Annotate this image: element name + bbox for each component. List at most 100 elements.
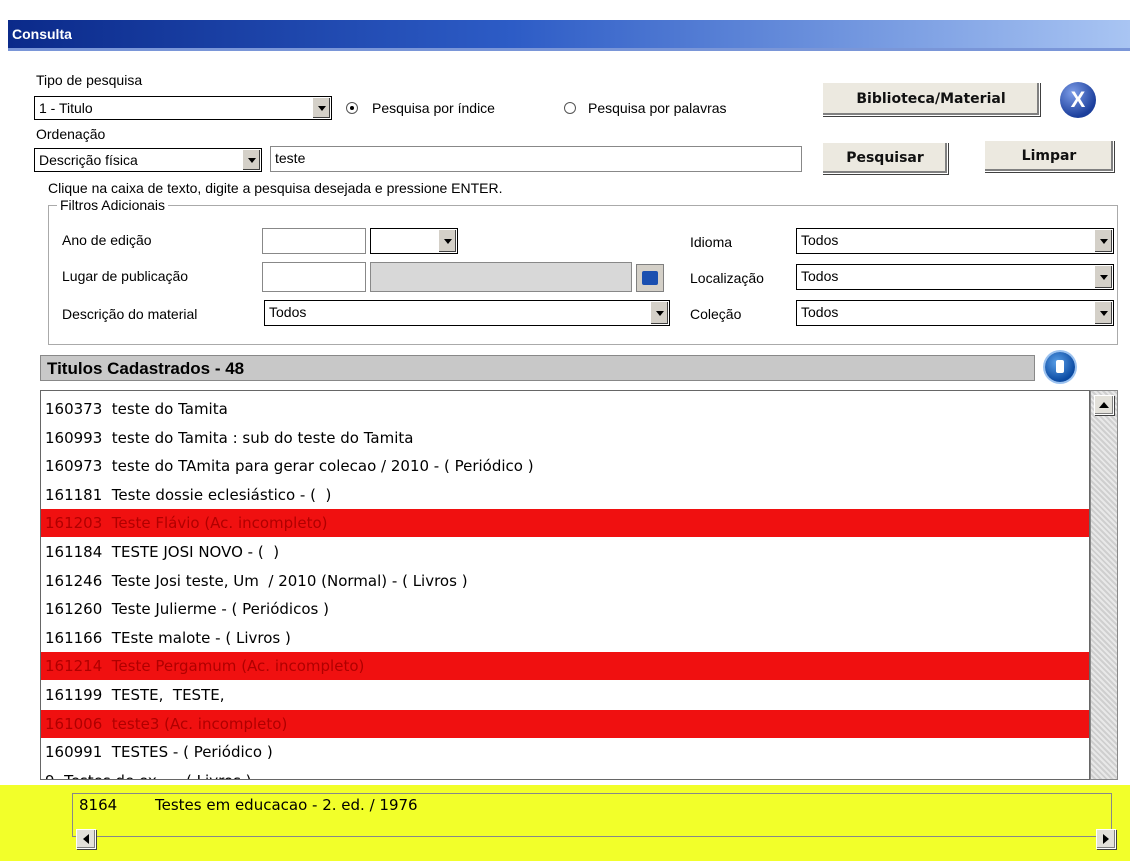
title-divider xyxy=(8,48,1130,51)
list-item-id: 160373 xyxy=(45,400,103,418)
search-type-value: 1 - Titulo xyxy=(39,100,93,116)
chevron-down-icon[interactable] xyxy=(650,302,668,324)
list-item-title: Testes de ex... - ( Livros ) xyxy=(55,772,251,779)
search-hint: Clique na caixa de texto, digite a pesqu… xyxy=(48,180,503,196)
list-item[interactable]: 161166 TEste malote - ( Livros ) xyxy=(45,624,1089,652)
book-lookup-icon[interactable] xyxy=(636,264,664,292)
list-item-id: 161181 xyxy=(45,485,103,504)
publication-place-name-input xyxy=(370,262,632,292)
list-item-id: 161203 xyxy=(45,514,103,533)
list-item-title: teste do Tamita xyxy=(102,400,228,418)
results-list[interactable]: 160373 teste do Tamita 160993 teste do Ta… xyxy=(40,390,1090,780)
list-item-title: teste3 (Ac. incompleto) xyxy=(102,714,288,733)
chevron-down-icon[interactable] xyxy=(242,150,260,170)
radio-search-by-index-label: Pesquisa por índice xyxy=(372,100,495,116)
publication-place-code-input[interactable] xyxy=(262,262,366,292)
order-label: Ordenação xyxy=(36,126,106,142)
list-item-id: 160991 xyxy=(45,743,103,762)
edition-year-select[interactable] xyxy=(370,228,458,254)
list-item-title: TEste malote - ( Livros ) xyxy=(102,628,291,647)
close-icon[interactable]: X xyxy=(1060,82,1096,118)
bottom-row-title[interactable]: Testes em educacao - 2. ed. / 1976 xyxy=(155,796,418,814)
results-header: Titulos Cadastrados - 48 xyxy=(40,355,1035,381)
library-material-button[interactable]: Biblioteca/Material xyxy=(822,82,1040,116)
location-label: Localização xyxy=(690,270,764,286)
search-button[interactable]: Pesquisar xyxy=(822,142,948,174)
list-item[interactable]: 160973 teste do TAmita para gerar coleca… xyxy=(45,452,1089,480)
window-title: Consulta xyxy=(12,26,72,42)
scroll-up-icon[interactable] xyxy=(1094,395,1114,415)
list-item-title: Teste Flávio (Ac. incompleto) xyxy=(102,514,328,533)
edition-year-input[interactable] xyxy=(262,228,366,254)
highlight-overlay: 8164 Testes em educacao - 2. ed. / 1976 xyxy=(0,785,1130,861)
list-item-id: 9 xyxy=(45,772,55,779)
list-item-title: teste do TAmita para gerar colecao / 201… xyxy=(102,457,534,476)
window-title-bar: Consulta xyxy=(8,20,1130,48)
location-value: Todos xyxy=(801,268,839,284)
list-item[interactable]: 160373 teste do Tamita xyxy=(45,395,1089,423)
collection-value: Todos xyxy=(801,304,839,320)
list-item[interactable]: 161006 teste3 (Ac. incompleto) xyxy=(41,709,1089,738)
list-item-title: TESTE JOSI NOVO - ( ) xyxy=(102,543,280,561)
material-description-value: Todos xyxy=(269,304,307,320)
order-value: Descrição física xyxy=(39,152,138,168)
search-type-select[interactable]: 1 - Titulo xyxy=(34,96,332,120)
language-value: Todos xyxy=(801,232,839,248)
list-item-id: 160973 xyxy=(45,457,103,476)
list-item-title: Teste Josi teste, Um / 2010 (Normal) - (… xyxy=(102,571,468,590)
bottom-list-frame: 8164 Testes em educacao - 2. ed. / 1976 xyxy=(72,793,1112,837)
chevron-down-icon[interactable] xyxy=(1094,230,1112,252)
list-item[interactable]: 161246 Teste Josi teste, Um / 2010 (Norm… xyxy=(45,567,1089,595)
filters-legend: Filtros Adicionais xyxy=(57,197,169,213)
edition-year-label: Ano de edição xyxy=(62,232,152,248)
publication-place-label: Lugar de publicação xyxy=(62,268,189,284)
list-item[interactable]: 160991 TESTES - ( Periódico ) xyxy=(45,738,1089,766)
collection-label: Coleção xyxy=(690,306,742,322)
search-type-label: Tipo de pesquisa xyxy=(36,72,143,88)
list-item-title: Teste Pergamum (Ac. incompleto) xyxy=(102,657,365,676)
list-item-id: 161006 xyxy=(45,714,103,733)
chevron-down-icon[interactable] xyxy=(1094,302,1112,324)
list-item[interactable]: 161181 Teste dossie eclesiástico - ( ) xyxy=(45,481,1089,509)
radio-search-by-words[interactable] xyxy=(564,102,576,114)
list-item[interactable]: 9 Testes de ex... - ( Livros ) xyxy=(45,767,1089,779)
export-icon[interactable] xyxy=(1045,352,1075,382)
list-item-id: 161214 xyxy=(45,657,103,676)
list-item-title: Teste dossie eclesiástico - ( ) xyxy=(102,485,332,504)
location-select[interactable]: Todos xyxy=(796,264,1114,290)
chevron-down-icon[interactable] xyxy=(438,230,456,252)
list-item-id: 161184 xyxy=(45,543,103,561)
radio-search-by-index[interactable] xyxy=(346,102,358,114)
list-item-title: TESTES - ( Periódico ) xyxy=(102,743,273,762)
list-item[interactable]: 161260 Teste Julierme - ( Periódicos ) xyxy=(45,595,1089,623)
radio-search-by-words-label: Pesquisa por palavras xyxy=(588,100,727,116)
scroll-right-icon[interactable] xyxy=(1096,829,1116,849)
list-item[interactable]: 161184 TESTE JOSI NOVO - ( ) xyxy=(45,538,1089,566)
language-label: Idioma xyxy=(690,234,733,250)
collection-select[interactable]: Todos xyxy=(796,300,1114,326)
clear-button[interactable]: Limpar xyxy=(984,140,1114,172)
results-vertical-scrollbar[interactable] xyxy=(1090,390,1118,780)
book-icon xyxy=(642,271,658,285)
material-description-select[interactable]: Todos xyxy=(264,300,670,326)
list-item-id: 161260 xyxy=(45,600,103,619)
bottom-row-id[interactable]: 8164 xyxy=(79,796,117,814)
list-item-title: teste do Tamita : sub do teste do Tamita xyxy=(102,428,414,447)
list-item[interactable]: 161214 Teste Pergamum (Ac. incompleto) xyxy=(41,652,1089,681)
list-item-id: 161166 xyxy=(45,628,103,647)
list-item-title: TESTE, TESTE, xyxy=(102,686,225,704)
language-select[interactable]: Todos xyxy=(796,228,1114,254)
list-item-title: Teste Julierme - ( Periódicos ) xyxy=(102,600,329,619)
list-item-id: 161199 xyxy=(45,686,103,704)
scroll-left-icon[interactable] xyxy=(76,829,96,849)
list-item[interactable]: 160993 teste do Tamita : sub do teste do… xyxy=(45,424,1089,452)
list-item[interactable]: 161203 Teste Flávio (Ac. incompleto) xyxy=(41,509,1089,538)
order-select[interactable]: Descrição física xyxy=(34,148,262,172)
chevron-down-icon[interactable] xyxy=(1094,266,1112,288)
chevron-down-icon[interactable] xyxy=(312,98,330,118)
list-item[interactable]: 161199 TESTE, TESTE, xyxy=(45,681,1089,709)
list-item-id: 160993 xyxy=(45,428,103,447)
material-description-label: Descrição do material xyxy=(62,306,198,322)
list-item-id: 161246 xyxy=(45,571,103,590)
search-query-input[interactable]: teste xyxy=(270,146,802,172)
